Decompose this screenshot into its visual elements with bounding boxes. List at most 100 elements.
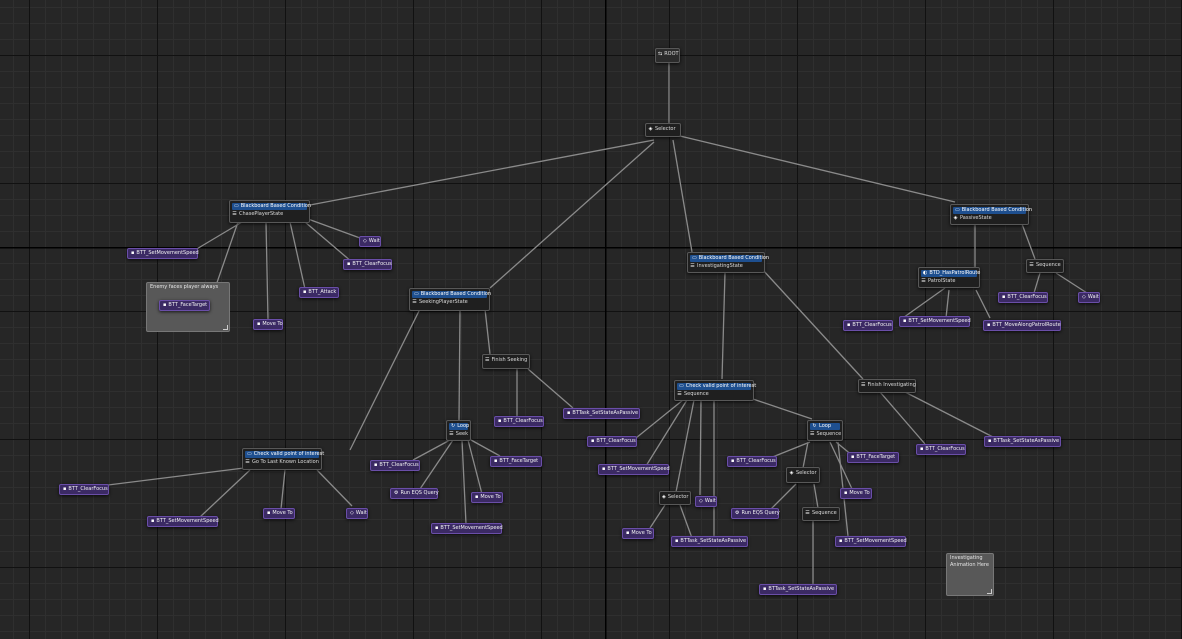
task-wait[interactable]: ◇ Wait [346, 508, 368, 519]
finish-investigating-node[interactable]: ☰ Finish Investigating [858, 379, 916, 393]
loop-decorator[interactable]: ↻ Loop [449, 423, 470, 430]
task-icon: ▪ [844, 490, 848, 496]
task-icon: ▪ [347, 261, 351, 267]
blackboard-icon: ▭ [692, 255, 697, 261]
task-icon: ▪ [374, 462, 378, 468]
task-label: BTTask_SetStateAsPassive [680, 538, 747, 544]
decorator-label: Blackboard Based Condition [961, 207, 1033, 213]
selector-node-main[interactable]: ◈ Selector [645, 123, 681, 137]
task-run-eqs-query[interactable]: ⚙ Run EQS Query [390, 488, 439, 499]
node-label: Sequence [812, 510, 837, 516]
task-set-movement-speed[interactable]: ▪ BTT_SetMovementSpeed [899, 316, 971, 327]
selector-node[interactable]: ◈ Selector [659, 491, 691, 505]
task-set-state-as-passive[interactable]: ▪ BTTask_SetStateAsPassive [671, 536, 748, 547]
task-icon: ▪ [903, 318, 907, 324]
task-face-target[interactable]: ▪ BTT_FaceTarget [490, 456, 542, 467]
comment-investigating-animation[interactable]: Investigating Animation Here [946, 553, 994, 596]
check-poi-decorator[interactable]: ▭ Check valid point of interest [677, 383, 756, 390]
task-move-to[interactable]: ▪ Move To [622, 528, 654, 539]
wait-icon: ◇ [699, 498, 703, 504]
task-wait[interactable]: ◇ Wait [1078, 292, 1100, 303]
task-set-state-as-passive[interactable]: ▪ BTTask_SetStateAsPassive [984, 436, 1061, 447]
investigating-state-node[interactable]: ▭ Blackboard Based Condition ☰ Investigati… [687, 252, 769, 273]
task-set-state-as-passive[interactable]: ▪ BTTask_SetStateAsPassive [563, 408, 640, 419]
node-label: PassiveState [960, 215, 992, 221]
blackboard-decorator[interactable]: ▭ Blackboard Based Condition [412, 291, 491, 298]
blackboard-decorator[interactable]: ▭ Blackboard Based Condition [953, 207, 1032, 214]
resize-handle[interactable] [223, 325, 228, 330]
loop-sequence-node[interactable]: ↻ Loop ☰ Sequence [807, 420, 843, 441]
resize-handle[interactable] [987, 589, 992, 594]
task-set-movement-speed[interactable]: ▪ BTT_SetMovementSpeed [835, 536, 907, 547]
patrol-state-node[interactable]: ◐ BTD_HasPatrolRoute ☰ PatrolState [918, 267, 980, 288]
decorator-label: Check valid point of interest [253, 451, 325, 457]
task-label: Run EQS Query [400, 490, 439, 496]
task-face-target[interactable]: ▪ BTT_FaceTarget [847, 452, 899, 463]
task-clear-focus[interactable]: ▪ BTT_ClearFocus [494, 416, 544, 427]
task-clear-focus[interactable]: ▪ BTT_ClearFocus [727, 456, 777, 467]
task-label: BTT_SetMovementSpeed [844, 538, 907, 544]
selector-node[interactable]: ◈ Selector [786, 467, 820, 483]
root-node[interactable]: ⇆ ROOT [655, 48, 680, 63]
sequence-icon: ☰ [921, 278, 926, 284]
finish-seeking-node[interactable]: ☰ Finish Seeking [482, 354, 530, 369]
node-label: Sequence [684, 391, 709, 397]
node-label: Seek [455, 431, 468, 437]
has-patrol-route-decorator[interactable]: ◐ BTD_HasPatrolRoute [921, 270, 980, 277]
seeking-player-state-node[interactable]: ▭ Blackboard Based Condition ☰ SeekingPlay… [409, 288, 491, 311]
task-face-target[interactable]: ▪ BTT_FaceTarget [159, 300, 210, 311]
task-clear-focus[interactable]: ▪ BTT_ClearFocus [998, 292, 1048, 303]
task-clear-focus[interactable]: ▪ BTT_ClearFocus [343, 259, 392, 270]
task-move-to[interactable]: ▪ Move To [471, 492, 503, 503]
loop-decorator[interactable]: ↻ Loop [810, 423, 840, 430]
task-clear-focus[interactable]: ▪ BTT_ClearFocus [59, 484, 109, 495]
task-icon: ▪ [987, 322, 991, 328]
task-move-to[interactable]: ▪ Move To [840, 488, 872, 499]
task-icon: ▪ [435, 525, 439, 531]
blackboard-decorator[interactable]: ▭ Blackboard Based Condition [232, 203, 311, 210]
task-attack[interactable]: ▪ BTT_Attack [299, 287, 339, 298]
task-set-movement-speed[interactable]: ▪ BTT_SetMovementSpeed [598, 464, 670, 475]
task-icon: ▪ [731, 458, 735, 464]
task-icon: ▪ [303, 289, 307, 295]
sequence-node[interactable]: ☰ Sequence [1026, 259, 1064, 273]
task-label: BTT_ClearFocus [925, 446, 965, 452]
task-move-to[interactable]: ▪ Move To [263, 508, 295, 519]
node-label: Go To Last Known Location [252, 459, 319, 465]
check-valid-poi-sequence-node[interactable]: ▭ Check valid point of interest ☰ Sequence [674, 380, 756, 401]
comment-text: Enemy faces player always [150, 284, 219, 290]
blackboard-icon: ▭ [955, 207, 960, 213]
task-icon: ▪ [626, 530, 630, 536]
wait-icon: ◇ [1082, 294, 1086, 300]
task-set-movement-speed[interactable]: ▪ BTT_SetMovementSpeed [431, 523, 503, 534]
task-icon: ▪ [851, 454, 855, 460]
task-move-to[interactable]: ▪ Move To [253, 319, 283, 330]
selector-icon: ◈ [953, 215, 958, 221]
decorator-icon: ◐ [923, 270, 928, 276]
task-icon: ▪ [494, 458, 498, 464]
task-set-movement-speed[interactable]: ▪ BTT_SetMovementSpeed [147, 516, 219, 527]
blackboard-decorator[interactable]: ▭ Blackboard Based Condition [690, 255, 769, 262]
loop-seek-node[interactable]: ↻ Loop ☰ Seek [446, 420, 471, 441]
task-clear-focus[interactable]: ▪ BTT_ClearFocus [370, 460, 420, 471]
task-run-eqs-query[interactable]: ⚙ Run EQS Query [731, 508, 780, 519]
sequence-icon: ☰ [1029, 262, 1034, 268]
task-set-state-as-passive[interactable]: ▪ BTTask_SetStateAsPassive [759, 584, 837, 595]
task-move-along-patrol-route[interactable]: ▪ BTT_MoveAlongPatrolRoute [983, 320, 1061, 331]
passive-state-node[interactable]: ▭ Blackboard Based Condition ◈ PassiveStat… [950, 204, 1032, 225]
task-clear-focus[interactable]: ▪ BTT_ClearFocus [587, 436, 637, 447]
task-set-movement-speed[interactable]: ▪ BTT_SetMovementSpeed [127, 248, 199, 259]
task-clear-focus[interactable]: ▪ BTT_ClearFocus [916, 444, 966, 455]
decorator-label: Loop [457, 423, 470, 429]
task-wait[interactable]: ◇ Wait [359, 236, 381, 247]
task-label: BTTask_SetStateAsPassive [572, 410, 639, 416]
go-to-last-known-location-node[interactable]: ▭ Check valid point of interest ☰ Go To La… [242, 448, 324, 470]
check-poi-decorator[interactable]: ▭ Check valid point of interest [245, 451, 324, 458]
task-label: BTTask_SetStateAsPassive [993, 438, 1060, 444]
task-icon: ▪ [847, 322, 851, 328]
task-icon: ▪ [131, 250, 135, 256]
sequence-node[interactable]: ☰ Sequence [802, 507, 840, 521]
chase-player-state-node[interactable]: ▭ Blackboard Based Condition ☰ ChasePlayer… [229, 200, 311, 223]
task-wait[interactable]: ◇ Wait [695, 496, 717, 507]
task-clear-focus[interactable]: ▪ BTT_ClearFocus [843, 320, 893, 331]
